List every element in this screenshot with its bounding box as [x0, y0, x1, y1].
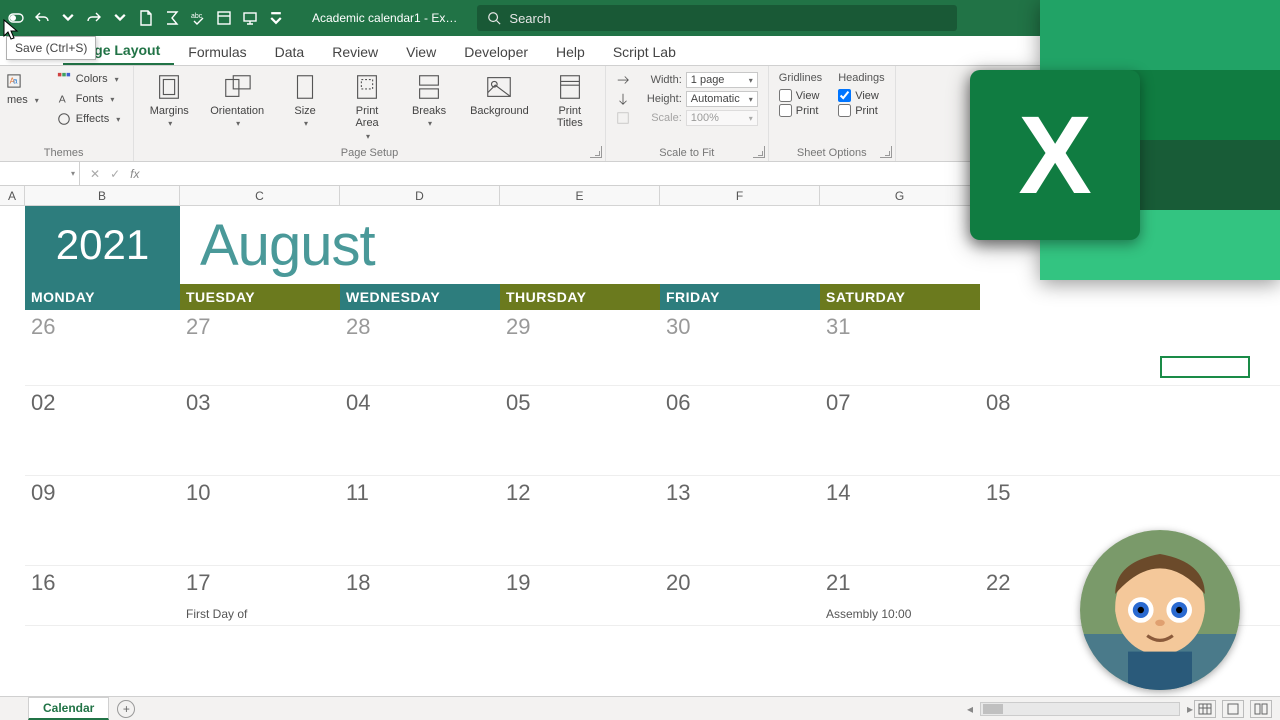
selected-cell[interactable] [1160, 356, 1250, 378]
col-c[interactable]: C [180, 186, 340, 205]
group-label-themes: Themes [4, 147, 123, 159]
group-label-page-setup: Page Setup [144, 147, 595, 159]
col-f[interactable]: F [660, 186, 820, 205]
size-button[interactable]: Size▾ [280, 70, 330, 132]
tab-data[interactable]: Data [261, 38, 319, 65]
scale-launcher[interactable] [753, 146, 765, 158]
cancel-formula-icon[interactable]: ✕ [90, 167, 100, 181]
autosum-icon[interactable] [160, 6, 184, 30]
fonts-button[interactable]: AFonts▾ [54, 90, 118, 108]
scale-combo: 100%▾ [686, 110, 758, 126]
redo-dropdown[interactable] [108, 6, 132, 30]
tab-script-lab[interactable]: Script Lab [599, 38, 690, 65]
group-scale-to-fit: Width: 1 page▾ Height: Automatic▾ Scale: 10… [606, 66, 769, 161]
gridlines-view-checkbox[interactable]: View [779, 89, 820, 102]
spellcheck-icon[interactable]: abc [186, 6, 210, 30]
headings-header: Headings [838, 72, 884, 84]
effects-button[interactable]: Effects▾ [54, 110, 123, 128]
add-sheet-button[interactable]: + [117, 700, 135, 718]
table-row: 26 27 28 29 30 31 [25, 310, 1280, 386]
sheet-tab-bar: Calendar + ◂▸ [0, 696, 1280, 720]
gridlines-print-checkbox[interactable]: Print [779, 104, 819, 117]
group-label-sheet-options: Sheet Options [779, 147, 885, 159]
group-themes: Aa mes▾ Colors▾ AFonts▾ Effects▾ Themes [0, 66, 134, 161]
breaks-button[interactable]: Breaks▾ [404, 70, 454, 132]
horizontal-scrollbar[interactable]: ◂▸ [980, 702, 1180, 716]
height-label: Height: [634, 93, 682, 105]
themes-dropdown[interactable]: mes▾ [4, 92, 42, 108]
svg-text:abc: abc [191, 13, 203, 20]
new-file-icon[interactable] [134, 6, 158, 30]
table-row: 09 10 11 12 13 14 15 [25, 476, 1280, 566]
tab-review[interactable]: Review [318, 38, 392, 65]
headings-print-checkbox[interactable]: Print [838, 104, 878, 117]
tab-formulas[interactable]: Formulas [174, 38, 260, 65]
height-combo[interactable]: Automatic▾ [686, 91, 758, 107]
tab-developer[interactable]: Developer [450, 38, 542, 65]
search-placeholder: Search [509, 11, 550, 26]
cursor-icon [2, 18, 22, 47]
col-g[interactable]: G [820, 186, 980, 205]
redo-button[interactable] [82, 6, 106, 30]
group-sheet-options: Gridlines View Print Headings View Print… [769, 66, 896, 161]
search-box[interactable]: Search [477, 5, 957, 31]
background-button[interactable]: Background [466, 70, 533, 119]
colors-button[interactable]: Colors▾ [54, 70, 122, 88]
col-b[interactable]: B [25, 186, 180, 205]
calendar-month: August [200, 212, 375, 279]
orientation-button[interactable]: Orientation▾ [206, 70, 268, 132]
calendar-year: 2021 [25, 206, 180, 284]
themes-button[interactable]: Aa [4, 72, 24, 90]
avatar [1080, 530, 1240, 690]
qat-customize-dropdown[interactable] [264, 6, 288, 30]
fx-icon[interactable]: fx [130, 167, 139, 181]
sheet-tab-calendar[interactable]: Calendar [28, 697, 109, 720]
page-setup-launcher[interactable] [590, 146, 602, 158]
undo-button[interactable] [30, 6, 54, 30]
width-combo[interactable]: 1 page▾ [686, 72, 758, 88]
col-d[interactable]: D [340, 186, 500, 205]
scale-label: Scale: [634, 112, 682, 124]
col-e[interactable]: E [500, 186, 660, 205]
accept-formula-icon[interactable]: ✓ [110, 167, 120, 181]
svg-text:A: A [59, 94, 66, 106]
document-title: Academic calendar1 - Ex… [312, 11, 457, 25]
tab-help[interactable]: Help [542, 38, 599, 65]
col-a[interactable]: A [0, 186, 25, 205]
quick-access-toolbar: abc [0, 6, 292, 30]
width-label: Width: [634, 74, 682, 86]
group-page-setup: Margins▾ Orientation▾ Size▾ Print Area▾ … [134, 66, 606, 161]
presentation-icon[interactable] [238, 6, 262, 30]
svg-text:a: a [13, 77, 18, 86]
margins-button[interactable]: Margins▾ [144, 70, 194, 132]
tab-view[interactable]: View [392, 38, 450, 65]
gridlines-header: Gridlines [779, 72, 822, 84]
headings-view-checkbox[interactable]: View [838, 89, 879, 102]
print-area-button[interactable]: Print Area▾ [342, 70, 392, 143]
form-icon[interactable] [212, 6, 236, 30]
page-layout-view-icon[interactable] [1222, 700, 1244, 718]
undo-dropdown[interactable] [56, 6, 80, 30]
excel-logo-overlay: X [970, 0, 1280, 290]
table-row: 02 03 04 05 06 07 08 [25, 386, 1280, 476]
normal-view-icon[interactable] [1194, 700, 1216, 718]
name-box[interactable] [0, 162, 80, 185]
group-label-scale: Scale to Fit [616, 147, 758, 159]
print-titles-button[interactable]: Print Titles [545, 70, 595, 131]
page-break-view-icon[interactable] [1250, 700, 1272, 718]
sheet-options-launcher[interactable] [880, 146, 892, 158]
